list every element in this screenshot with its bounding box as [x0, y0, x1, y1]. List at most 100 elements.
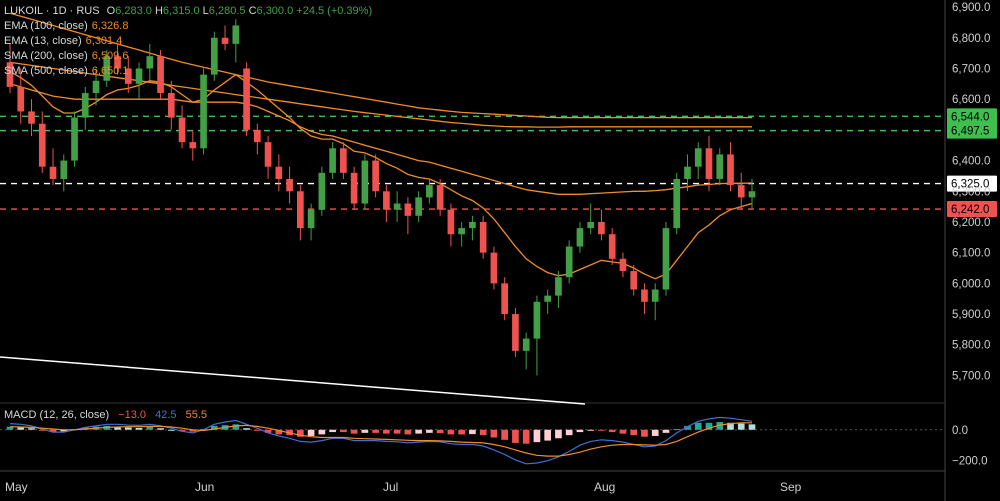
candle — [318, 166, 326, 216]
indicator-ema13[interactable]: EMA (13, close) 6,301.4 — [4, 34, 372, 49]
candle — [426, 178, 433, 204]
indicator-value: 6,326.8 — [91, 20, 129, 32]
candle-body — [81, 93, 89, 118]
macd-histogram-bar — [479, 429, 487, 436]
price-level-label: 6,242.0 — [951, 204, 989, 216]
candle — [350, 166, 358, 210]
price-tick-label: 6,400.0 — [952, 156, 990, 168]
macd-histogram-bar — [641, 429, 648, 437]
candle — [576, 221, 584, 253]
macd-histogram-bar — [135, 427, 143, 430]
candle-body — [189, 142, 197, 149]
candle — [415, 191, 422, 222]
price-tick-label: 6,900.0 — [952, 2, 990, 14]
indicator-sma500[interactable]: SMA (500, close) 6,650.1 — [4, 64, 372, 79]
candle — [189, 129, 197, 161]
candle — [200, 68, 207, 155]
candle-body — [533, 301, 541, 339]
candle-body — [512, 314, 519, 351]
candle-body — [275, 166, 283, 179]
candle-body — [522, 338, 530, 351]
candle — [297, 185, 304, 241]
macd-histogram-bar — [458, 429, 465, 435]
candle-body — [716, 154, 724, 179]
candle-body — [38, 123, 46, 167]
candle — [662, 221, 670, 296]
macd-histogram-bar — [393, 429, 401, 434]
macd-histogram-bar — [361, 429, 369, 433]
macd-hist-value: 55.5 — [185, 409, 208, 421]
candle — [253, 123, 261, 155]
price-tick-label: 6,800.0 — [952, 33, 990, 45]
price-tick-label: 6,100.0 — [952, 248, 990, 260]
candle — [641, 283, 648, 315]
candle — [727, 142, 734, 192]
candle — [49, 148, 57, 186]
macd-histogram-bar — [694, 422, 702, 430]
candle-body — [92, 80, 100, 94]
time-tick-label: Sep — [780, 480, 802, 494]
candle — [60, 154, 68, 192]
macd-histogram-bar — [490, 429, 498, 438]
indicator-sma200[interactable]: SMA (200, close) 6,509.6 — [4, 49, 372, 64]
candle-body — [651, 289, 659, 302]
ohlc-row: LUKOIL · 1D · RUS O6,283.0 H6,315.0 L6,2… — [4, 4, 372, 19]
macd-label: MACD (12, 26, close) — [4, 409, 110, 421]
price-tick-label: 6,000.0 — [952, 278, 990, 290]
macd-histogram-bar — [157, 428, 164, 430]
candle — [587, 203, 595, 235]
macd-histogram-bar — [167, 429, 175, 431]
macd-histogram-bar — [340, 429, 347, 433]
candle — [447, 203, 455, 247]
candle — [598, 209, 605, 241]
indicator-ema100[interactable]: EMA (100, close) 6,326.8 — [4, 19, 372, 34]
macd-histogram-bar — [555, 429, 562, 439]
candle — [737, 172, 745, 210]
candle — [651, 283, 659, 321]
candle-body — [307, 209, 315, 229]
macd-histogram-bar — [318, 429, 326, 435]
candle-body — [501, 283, 509, 315]
candle-body — [167, 93, 175, 118]
time-tick-label: Jul — [383, 480, 398, 494]
macd-value: −13.0 — [118, 409, 147, 421]
candle-body — [565, 246, 573, 278]
time-tick-label: Aug — [594, 480, 615, 494]
macd-histogram-bar — [512, 429, 519, 443]
candle — [393, 191, 401, 222]
candle — [361, 154, 369, 210]
candle-body — [350, 172, 358, 204]
macd-legend[interactable]: MACD (12, 26, close) −13.0 42.5 55.5 — [4, 409, 213, 421]
macd-histogram-bar — [350, 429, 358, 434]
candle-body — [587, 221, 595, 229]
indicator-label: SMA (500, close) — [4, 65, 88, 77]
macd-histogram-bar — [565, 429, 573, 436]
candle-body — [684, 166, 691, 179]
macd-tick-label: 0.0 — [952, 425, 968, 437]
candle — [275, 154, 283, 192]
candle — [608, 228, 616, 265]
trendline — [0, 356, 586, 405]
macd-histogram-bar — [415, 429, 422, 434]
candle-body — [555, 277, 562, 296]
macd-signal-line — [9, 422, 752, 457]
macd-tick-label: −200.0 — [952, 456, 988, 468]
candle-body — [544, 295, 552, 302]
indicator-label: EMA (100, close) — [4, 20, 88, 32]
macd-histogram-bar — [651, 429, 659, 436]
candle — [619, 252, 627, 278]
candle-body — [178, 117, 186, 143]
macd-histogram-bar — [544, 429, 552, 441]
price-axis: 6,544.06,497.56,325.06,242.06,900.06,800… — [947, 2, 997, 382]
candle-body — [60, 160, 68, 179]
candle-body — [727, 154, 734, 186]
price-level-label: 6,497.5 — [951, 126, 989, 138]
indicator-value: 6,650.1 — [91, 65, 129, 77]
candle — [490, 246, 498, 290]
candle-body — [630, 271, 638, 290]
macd-histogram-bar — [253, 429, 261, 431]
macd-histogram-bar — [469, 429, 476, 435]
candle — [71, 111, 78, 167]
ema13-line — [9, 70, 753, 280]
macd-histogram-bar — [243, 428, 250, 430]
